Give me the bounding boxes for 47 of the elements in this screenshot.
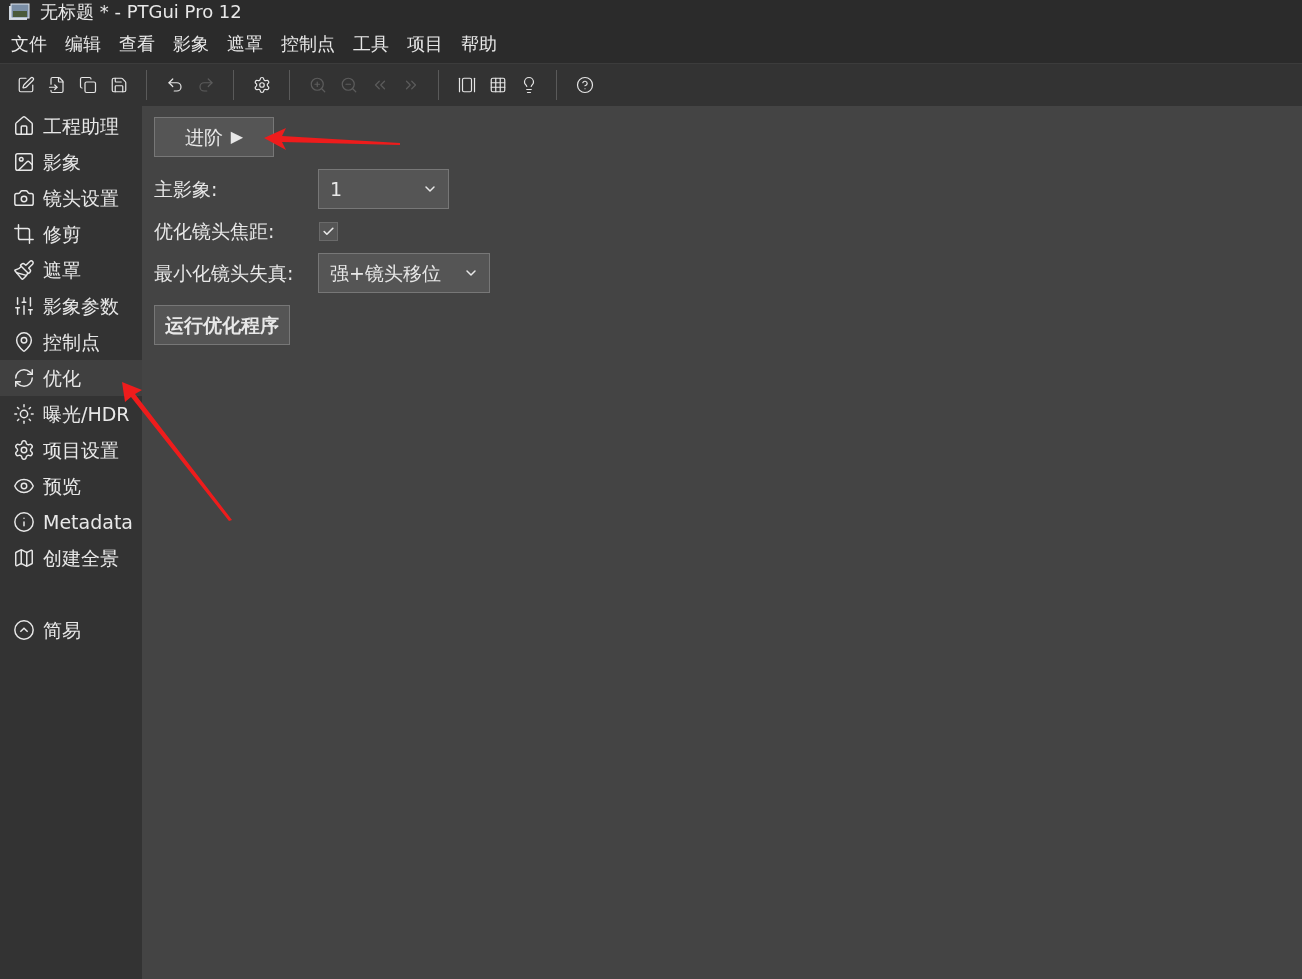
check-icon [322, 224, 335, 238]
app-logo-icon [8, 2, 32, 22]
sidebar-item[interactable]: 优化 [0, 360, 142, 396]
sidebar-item[interactable]: Metadata [0, 504, 142, 540]
field-label: 优化镜头焦距: [154, 218, 276, 244]
home-icon [13, 115, 35, 137]
crop-icon [13, 223, 35, 245]
settings-icon [13, 439, 35, 461]
map-pin-icon [13, 331, 35, 353]
brush-icon [13, 259, 35, 281]
menu-item[interactable]: 文件 [2, 30, 56, 57]
menu-item[interactable]: 遮罩 [218, 30, 272, 57]
dropdown[interactable]: 强+镜头移位 [318, 253, 490, 293]
advanced-button[interactable]: 进阶 ▶ [154, 117, 274, 157]
sidebar-item[interactable]: 曝光/HDR [0, 396, 142, 432]
sidebar-item[interactable]: 创建全景 [0, 540, 142, 576]
sidebar-item[interactable]: 工程助理 [0, 108, 142, 144]
menu-item[interactable]: 项目 [398, 30, 452, 57]
run-optimizer-button[interactable]: 运行优化程序 [154, 305, 290, 345]
info-icon [13, 511, 35, 533]
refresh-icon [13, 367, 35, 389]
sidebar-item[interactable]: 项目设置 [0, 432, 142, 468]
sliders-icon [13, 295, 35, 317]
menu-item[interactable]: 查看 [110, 30, 164, 57]
sidebar-item[interactable]: 镜头设置 [0, 180, 142, 216]
sun-icon [13, 403, 35, 425]
sidebar-item[interactable]: 修剪 [0, 216, 142, 252]
sidebar-item[interactable]: 预览 [0, 468, 142, 504]
sidebar-item[interactable]: 遮罩 [0, 252, 142, 288]
dropdown[interactable]: 1 [318, 169, 449, 209]
map-icon [13, 547, 35, 569]
menu-item[interactable]: 影象 [164, 30, 218, 57]
sidebar-item[interactable]: 影象 [0, 144, 142, 180]
menu-item[interactable]: 控制点 [272, 30, 344, 57]
sidebar-item[interactable]: 影象参数 [0, 288, 142, 324]
checkbox[interactable] [319, 221, 338, 241]
chevron-up-circle-icon [13, 619, 35, 641]
image-icon [13, 151, 35, 173]
field-label: 主影象: [154, 176, 219, 202]
field-label: 最小化镜头失真: [154, 260, 295, 286]
window-title: 无标题 * - PTGui Pro 12 [40, 3, 242, 21]
menu-item[interactable]: 帮助 [452, 30, 506, 57]
menu-item[interactable]: 工具 [344, 30, 398, 57]
sidebar-item[interactable]: 控制点 [0, 324, 142, 360]
sidebar-item[interactable]: 简易 [0, 612, 142, 648]
camera-icon [13, 187, 35, 209]
menu-item[interactable]: 编辑 [56, 30, 110, 57]
